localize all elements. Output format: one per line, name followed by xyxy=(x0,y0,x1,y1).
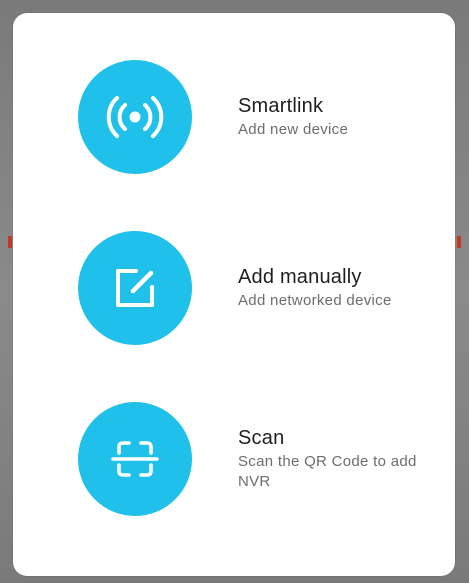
background-edge-mark xyxy=(457,236,461,248)
background-edge-mark xyxy=(8,236,12,248)
add-manually-icon-circle[interactable] xyxy=(78,231,192,345)
scan-title: Scan xyxy=(238,427,285,449)
scan-frame-icon xyxy=(111,441,159,477)
wireless-signal-icon xyxy=(106,96,164,138)
add-manually-text: Add manually Add networked device xyxy=(238,265,392,311)
smartlink-text: Smartlink Add new device xyxy=(238,94,348,140)
smartlink-option[interactable]: Smartlink Add new device xyxy=(78,60,438,174)
scan-option[interactable]: Scan Scan the QR Code to add NVR xyxy=(78,402,438,516)
add-device-dialog: Smartlink Add new device Add manually Ad… xyxy=(13,13,455,576)
scan-icon-circle[interactable] xyxy=(78,402,192,516)
edit-square-icon xyxy=(116,269,154,307)
scan-text: Scan Scan the QR Code to add NVR xyxy=(238,426,438,492)
smartlink-subtitle: Add new device xyxy=(238,121,349,138)
add-manually-title: Add manually xyxy=(238,266,362,288)
scan-subtitle: Scan the QR Code to add NVR xyxy=(238,453,417,490)
smartlink-icon-circle[interactable] xyxy=(78,60,192,174)
smartlink-title: Smartlink xyxy=(238,95,324,117)
add-manually-option[interactable]: Add manually Add networked device xyxy=(78,231,438,345)
add-manually-subtitle: Add networked device xyxy=(238,292,392,309)
